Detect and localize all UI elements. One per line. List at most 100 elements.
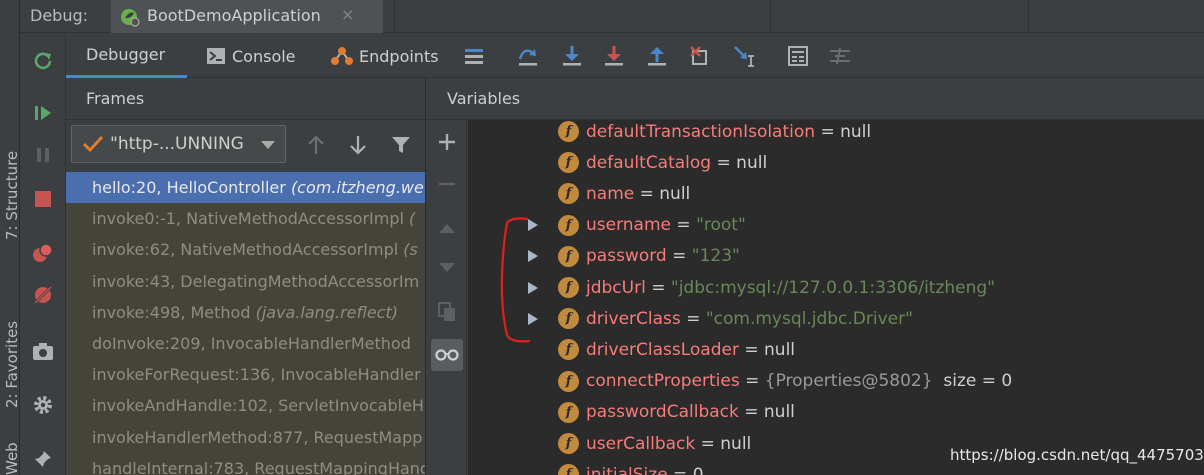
variable-value: null: [720, 433, 752, 454]
variable-row[interactable]: f jdbcUrl = "jdbc:mysql://127.0.0.1:3306/…: [468, 272, 1204, 303]
frame-down-arrow-icon[interactable]: [346, 133, 370, 157]
favorites-tool-label[interactable]: 2: Favorites: [3, 321, 21, 408]
add-watch-icon[interactable]: [435, 130, 459, 154]
frames-panel: Frames "http-...UNNING hello:20, HelloCo…: [66, 78, 426, 475]
settings-gear-icon[interactable]: [30, 392, 56, 418]
resume-icon[interactable]: [30, 100, 56, 126]
drop-frame-icon[interactable]: [688, 44, 712, 68]
watermark-url: https://blog.csdn.net/qq_44757034: [950, 446, 1204, 464]
field-icon: f: [558, 214, 579, 236]
variable-row[interactable]: f defaultTransactionIsolation = null: [468, 120, 1204, 147]
force-step-into-icon[interactable]: [602, 44, 626, 68]
variable-value: null: [763, 402, 795, 423]
variable-operator: =: [815, 121, 841, 142]
tab-console-label: Console: [232, 46, 296, 66]
variable-name: password: [586, 246, 667, 267]
variable-row[interactable]: f driverClass = "com.mysql.jdbc.Driver": [468, 303, 1204, 334]
endpoints-icon: [331, 46, 353, 66]
variable-text: initialSize = 0: [586, 465, 704, 475]
variable-text: jdbcUrl = "jdbc:mysql://127.0.0.1:3306/i…: [586, 278, 995, 298]
variable-row[interactable]: f passwordCallback = null: [468, 397, 1204, 428]
frame-row[interactable]: invokeAndHandle:102, ServletInvocableH: [66, 390, 425, 421]
debug-title-bar: Debug: BootDemoApplication ×: [20, 0, 1204, 33]
variable-row[interactable]: f defaultCatalog = null: [468, 147, 1204, 178]
step-over-icon[interactable]: [516, 44, 540, 68]
frame-text: invoke:498, Method: [92, 302, 256, 322]
frame-row[interactable]: invoke:62, NativeMethodAccessorImpl (s: [66, 234, 425, 265]
web-tool-label[interactable]: Web: [3, 442, 21, 475]
view-breakpoints-icon[interactable]: [30, 240, 56, 266]
frames-list: hello:20, HelloController (com.itzheng.w…: [66, 172, 425, 475]
pause-icon[interactable]: [30, 142, 56, 168]
move-down-icon[interactable]: [435, 256, 459, 280]
show-watches-glasses-icon[interactable]: [431, 339, 463, 371]
frame-row[interactable]: handleInternal:783, RequestMappingHand: [66, 453, 425, 475]
duplicate-watch-icon[interactable]: [435, 300, 459, 324]
variable-value: "jdbc:mysql://127.0.0.1:3306/itzheng": [670, 277, 996, 298]
debug-actions-toolbar: [20, 34, 66, 475]
move-up-icon[interactable]: [435, 216, 459, 240]
pin-icon[interactable]: [30, 446, 56, 472]
step-into-icon[interactable]: [560, 44, 584, 68]
tab-console[interactable]: Console: [206, 34, 296, 78]
frame-row[interactable]: invoke:498, Method (java.lang.reflect): [66, 297, 425, 328]
variable-operator: =: [634, 183, 660, 204]
mute-breakpoints-icon[interactable]: [30, 282, 56, 308]
frame-row[interactable]: invokeHandlerMethod:877, RequestMapp: [66, 422, 425, 453]
variable-text: driverClass = "com.mysql.jdbc.Driver": [586, 309, 913, 329]
variable-value: "com.mysql.jdbc.Driver": [705, 308, 913, 329]
variable-row[interactable]: f username = "root": [468, 210, 1204, 241]
variable-row[interactable]: f password = "123": [468, 241, 1204, 272]
run-to-cursor-icon[interactable]: [732, 44, 756, 68]
variable-operator: =: [695, 433, 721, 454]
frame-row[interactable]: hello:20, HelloController (com.itzheng.w…: [66, 172, 425, 204]
frames-header: Frames: [66, 78, 425, 120]
step-out-icon[interactable]: [645, 44, 669, 68]
camera-icon[interactable]: [30, 338, 56, 364]
variables-toolstrip: [427, 120, 467, 475]
remove-watch-icon[interactable]: [435, 172, 459, 196]
variable-name: name: [586, 183, 635, 204]
structure-tool-label[interactable]: 7: Structure: [3, 151, 21, 240]
show-execution-point-icon[interactable]: [462, 44, 486, 68]
variable-value: "root": [696, 215, 746, 236]
field-icon: f: [558, 433, 579, 454]
variable-operator: =: [711, 152, 737, 173]
run-config-tab[interactable]: BootDemoApplication ×: [111, 0, 383, 33]
thread-select[interactable]: "http-...UNNING: [71, 125, 286, 163]
variable-operator: =: [738, 339, 765, 360]
close-tab-icon[interactable]: ×: [341, 5, 354, 24]
tool-window-strip: 7: Structure 2: Favorites Web: [0, 0, 21, 475]
variable-extra: size = 0: [932, 371, 1013, 392]
rerun-icon[interactable]: [30, 48, 56, 74]
variable-name: username: [586, 215, 671, 236]
variables-tree: f defaultTransactionIsolation = null f defa…: [468, 120, 1204, 475]
frame-row[interactable]: invoke0:-1, NativeMethodAccessorImpl (: [66, 203, 425, 234]
frame-text: handleInternal:783, RequestMappingHand: [92, 458, 425, 475]
variable-row[interactable]: f name = null: [468, 178, 1204, 209]
frame-row[interactable]: invoke:43, DelegatingMethodAccessorIm: [66, 266, 425, 297]
frame-up-arrow-icon[interactable]: [304, 133, 328, 157]
variable-text: passwordCallback = null: [586, 402, 795, 422]
variable-row[interactable]: f connectProperties = {Properties@5802} s…: [468, 366, 1204, 397]
tab-debugger[interactable]: Debugger: [66, 34, 187, 78]
frame-row[interactable]: doInvoke:209, InvocableHandlerMethod: [66, 328, 425, 359]
variable-operator: =: [667, 464, 693, 475]
variable-text: name = null: [586, 184, 690, 204]
variable-text: userCallback = null: [586, 434, 751, 454]
variable-name: jdbcUrl: [586, 277, 646, 298]
variable-value: null: [840, 121, 872, 142]
filter-icon[interactable]: [389, 133, 413, 157]
field-icon: f: [558, 277, 579, 298]
spring-boot-icon: [119, 7, 141, 31]
trace-stream-icon[interactable]: [828, 44, 852, 68]
tab-endpoints[interactable]: Endpoints: [331, 34, 439, 78]
variable-value: null: [736, 152, 768, 173]
stop-icon[interactable]: [30, 186, 56, 212]
variable-text: username = "root": [586, 215, 746, 235]
variable-name: driverClassLoader: [586, 339, 739, 360]
frame-text: doInvoke:209, InvocableHandlerMethod: [92, 333, 411, 353]
frame-row[interactable]: invokeForRequest:136, InvocableHandler: [66, 359, 425, 390]
evaluate-expression-icon[interactable]: [786, 44, 810, 68]
variable-row[interactable]: f driverClassLoader = null: [468, 334, 1204, 365]
